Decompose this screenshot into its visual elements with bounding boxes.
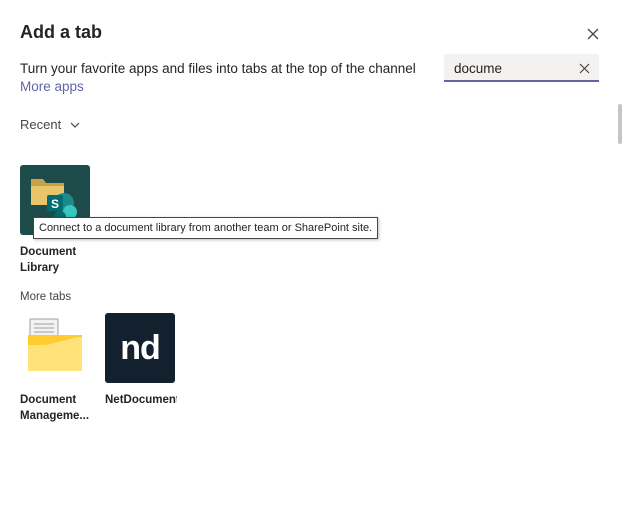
netdocuments-logo-icon: nd bbox=[105, 313, 175, 383]
app-label-document-library: Document Library bbox=[20, 246, 77, 274]
scrollbar-thumb[interactable] bbox=[618, 104, 622, 144]
more-apps-link[interactable]: More apps bbox=[20, 79, 84, 94]
sharepoint-letter: S bbox=[51, 197, 59, 211]
add-tab-dialog: Add a tab Turn your favorite apps and fi… bbox=[0, 0, 624, 532]
recent-label: Recent bbox=[20, 117, 62, 132]
app-tile-document-management[interactable]: Document Manageme... bbox=[20, 313, 92, 424]
search-clear-button[interactable] bbox=[576, 60, 592, 76]
search-box[interactable] bbox=[444, 54, 599, 82]
close-icon bbox=[587, 28, 599, 40]
tooltip: Connect to a document library from anoth… bbox=[33, 217, 379, 239]
close-button[interactable] bbox=[582, 23, 604, 45]
folder-document-icon bbox=[20, 313, 90, 383]
netdocuments-logo-text: nd bbox=[120, 328, 161, 367]
search-input[interactable] bbox=[454, 58, 572, 78]
app-tile-netdocuments[interactable]: nd NetDocuments bbox=[105, 313, 177, 408]
dialog-subtitle: Turn your favorite apps and files into t… bbox=[20, 61, 416, 76]
more-tabs-label: More tabs bbox=[20, 291, 72, 303]
app-label-netdocuments: NetDocuments bbox=[105, 394, 177, 406]
close-icon bbox=[579, 63, 589, 73]
app-label-document-management: Document Manageme... bbox=[20, 394, 90, 422]
chevron-down-icon bbox=[70, 122, 80, 128]
dialog-title: Add a tab bbox=[20, 22, 103, 42]
recent-dropdown[interactable]: Recent bbox=[20, 117, 80, 132]
